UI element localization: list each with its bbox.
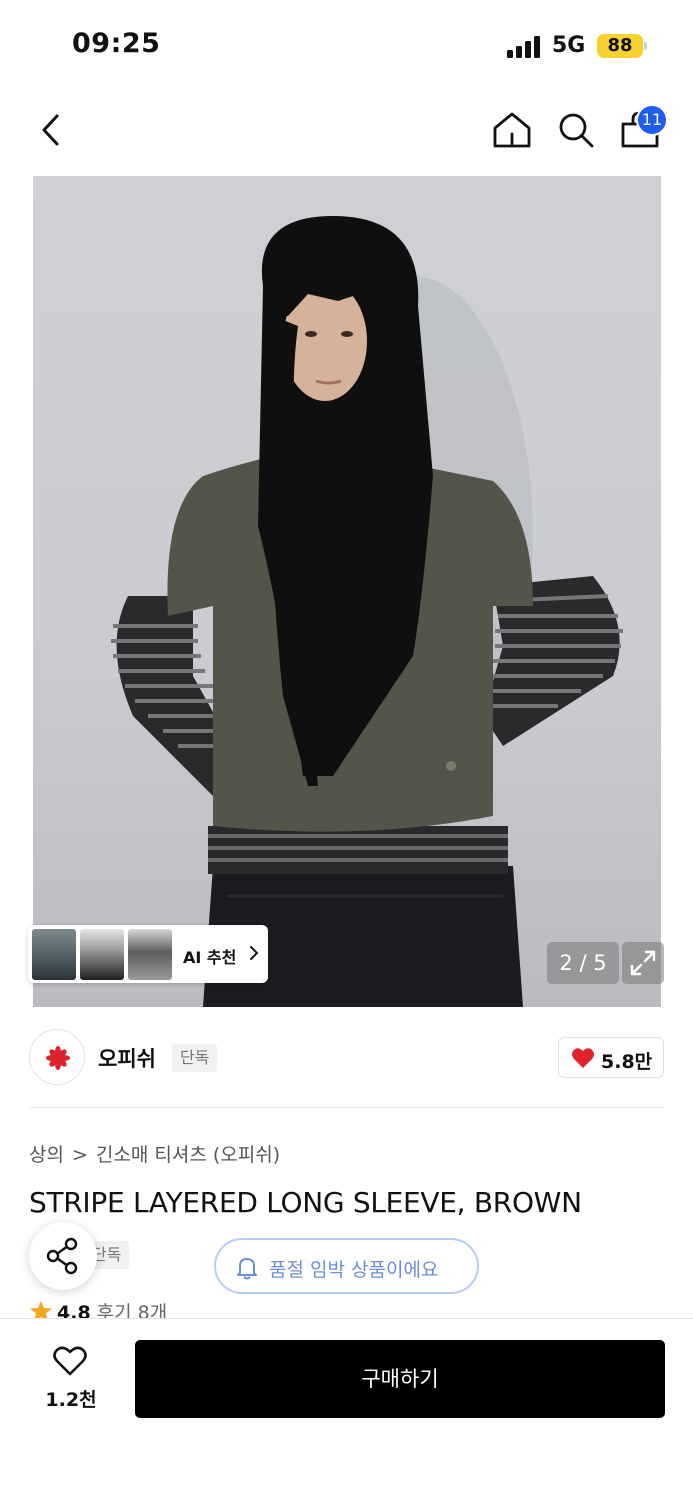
search-icon bbox=[559, 113, 594, 148]
ai-recommend-label: AI 추천 bbox=[183, 948, 237, 967]
share-button[interactable] bbox=[29, 1222, 97, 1290]
breadcrumb-item[interactable]: 상의 bbox=[29, 1144, 64, 1166]
rating-score: 4.8 bbox=[57, 1302, 91, 1318]
battery-icon: 88 bbox=[597, 34, 643, 58]
breadcrumb-separator-icon: > bbox=[71, 1144, 88, 1166]
status-time: 09:25 bbox=[72, 28, 161, 59]
divider bbox=[29, 1107, 664, 1108]
cart-count-badge: 11 bbox=[636, 104, 668, 136]
wishlist-button[interactable]: 1.2천 bbox=[42, 1343, 100, 1413]
recommend-thumbnail bbox=[32, 929, 76, 980]
brand-name[interactable]: 오피쉬 bbox=[98, 1043, 156, 1073]
product-image[interactable] bbox=[33, 176, 661, 1007]
search-button[interactable] bbox=[554, 108, 598, 152]
brand-logo[interactable] bbox=[29, 1029, 85, 1085]
soldout-notice-pill[interactable]: 품절 임박 상품이에요 bbox=[214, 1238, 479, 1294]
buy-button[interactable]: 구매하기 bbox=[135, 1340, 665, 1418]
chevron-left-icon bbox=[42, 114, 59, 146]
wishlist-count: 1.2천 bbox=[45, 1389, 97, 1411]
expand-image-button[interactable] bbox=[622, 942, 664, 984]
model-photo bbox=[111, 216, 623, 1007]
signal-icon bbox=[507, 36, 543, 58]
status-bar: 09:25 5G 88 bbox=[0, 0, 693, 90]
brand-flower-icon bbox=[46, 1046, 70, 1070]
star-icon bbox=[30, 1301, 52, 1318]
home-button[interactable] bbox=[490, 108, 534, 152]
brand-exclusive-tag: 단독 bbox=[172, 1044, 218, 1072]
soldout-notice-text: 품절 임박 상품이에요 bbox=[269, 1259, 439, 1281]
ai-recommend-button[interactable]: AI 추천 bbox=[28, 925, 268, 983]
recommend-thumbnail bbox=[128, 929, 172, 980]
heart-outline-icon bbox=[53, 1346, 87, 1376]
rating-row[interactable]: 4.8 후기 8개 bbox=[29, 1298, 167, 1318]
brand-like-count: 5.8만 bbox=[601, 1051, 653, 1073]
recommend-thumbnail bbox=[80, 929, 124, 980]
review-count: 후기 8개 bbox=[96, 1302, 168, 1318]
image-page-indicator: 2 / 5 bbox=[547, 942, 619, 984]
chevron-right-icon bbox=[250, 946, 259, 960]
brand-like-button[interactable]: 5.8만 bbox=[558, 1037, 664, 1078]
breadcrumb: 상의 > 긴소매 티셔츠 (오피쉬) bbox=[29, 1140, 280, 1167]
back-button[interactable] bbox=[30, 108, 74, 152]
bell-icon bbox=[237, 1258, 257, 1280]
share-icon bbox=[46, 1237, 78, 1275]
expand-icon bbox=[630, 950, 656, 976]
battery-tip bbox=[644, 42, 647, 50]
network-label: 5G bbox=[552, 33, 586, 58]
breadcrumb-item[interactable]: 긴소매 티셔츠 (오피쉬) bbox=[96, 1144, 280, 1166]
product-title: STRIPE LAYERED LONG SLEEVE, BROWN bbox=[29, 1186, 582, 1219]
heart-filled-icon bbox=[572, 1048, 594, 1068]
home-icon bbox=[493, 112, 531, 148]
